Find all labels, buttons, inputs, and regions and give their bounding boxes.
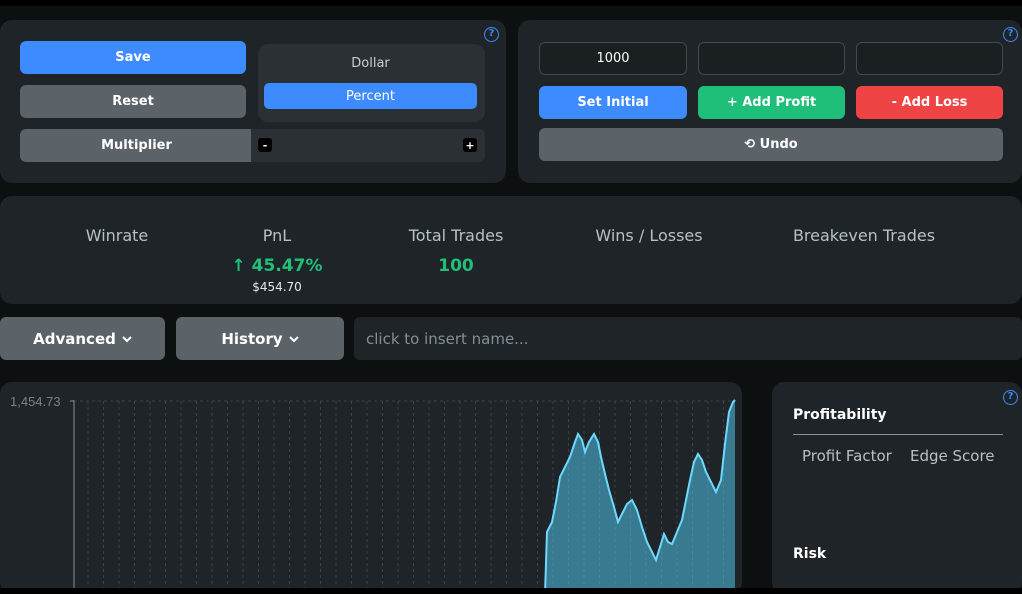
pnl-percent: ↑ 45.47%: [231, 256, 323, 276]
save-button[interactable]: Save: [20, 41, 246, 74]
increment-button[interactable]: +: [463, 138, 477, 152]
wins-losses-label: Wins / Losses: [595, 226, 703, 245]
multiplier-button[interactable]: Multiplier: [20, 129, 253, 162]
controls-panel: ? Save Reset Multiplier - + Dollar Perce…: [0, 20, 506, 183]
bottom-edge: [0, 588, 1022, 594]
pnl-label: PnL: [262, 226, 292, 245]
undo-button[interactable]: ⟲ Undo: [539, 128, 1003, 161]
decrement-button[interactable]: -: [258, 138, 272, 152]
mode-option-dollar[interactable]: Dollar: [264, 51, 477, 75]
history-label: History: [221, 329, 283, 348]
profit-input[interactable]: [698, 42, 845, 75]
chevron-down-icon: [288, 335, 299, 342]
profit-factor-label: Profit Factor: [802, 447, 892, 465]
y-tick-label: 1,454.73: [10, 394, 61, 409]
history-dropdown[interactable]: History: [176, 317, 344, 360]
metrics-panel: ? Profitability Profit Factor Edge Score…: [772, 382, 1022, 594]
profitability-title: Profitability: [793, 407, 887, 423]
divider: [793, 434, 1003, 435]
set-initial-button[interactable]: Set Initial: [539, 86, 687, 119]
stats-panel: Winrate PnL ↑ 45.47% $454.70 Total Trade…: [0, 196, 1022, 304]
help-icon[interactable]: ?: [484, 27, 499, 42]
equity-chart: 1,454.73: [10, 394, 736, 594]
reset-button[interactable]: Reset: [20, 85, 246, 118]
loss-input[interactable]: [856, 42, 1003, 75]
add-profit-button[interactable]: + Add Profit: [698, 86, 845, 119]
balance-panel: ? 1000 Set Initial + Add Profit - Add Lo…: [518, 20, 1022, 183]
advanced-dropdown[interactable]: Advanced: [0, 317, 165, 360]
total-trades-value: 100: [438, 256, 474, 276]
help-icon[interactable]: ?: [1003, 27, 1018, 42]
chart-panel: 1,454.73: [0, 382, 742, 594]
mode-option-percent[interactable]: Percent: [264, 83, 477, 109]
initial-balance-input[interactable]: 1000: [539, 42, 687, 75]
advanced-label: Advanced: [33, 329, 116, 348]
mode-selector: Dollar Percent: [258, 44, 485, 122]
name-input[interactable]: click to insert name...: [354, 317, 1022, 360]
risk-title: Risk: [793, 546, 827, 562]
edge-score-label: Edge Score: [910, 447, 995, 465]
help-icon[interactable]: ?: [1003, 390, 1018, 405]
add-loss-button[interactable]: - Add Loss: [856, 86, 1003, 119]
pnl-dollar: $454.70: [252, 280, 302, 294]
top-edge: [0, 0, 1022, 6]
total-trades-label: Total Trades: [408, 226, 504, 245]
equity-area: [545, 400, 735, 594]
winrate-label: Winrate: [85, 226, 149, 245]
breakeven-label: Breakeven Trades: [792, 226, 936, 245]
multiplier-stepper[interactable]: - +: [251, 129, 485, 162]
chevron-down-icon: [122, 335, 132, 342]
